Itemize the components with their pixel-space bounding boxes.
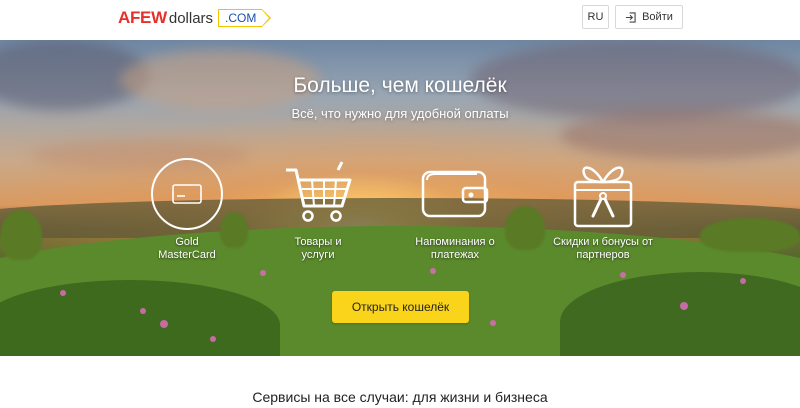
tree — [700, 218, 800, 252]
feature-label-line2: партнеров — [576, 249, 630, 261]
flower — [490, 320, 496, 326]
feature-label-line2: MasterCard — [158, 249, 216, 261]
feature-gold-mastercard[interactable]: Gold MasterCard — [122, 156, 252, 262]
login-label: Войти — [642, 11, 673, 23]
feature-label-line2: услуги — [301, 249, 335, 261]
feature-partner-discounts[interactable]: Скидки и бонусы от партнеров — [538, 156, 668, 262]
flower — [140, 308, 146, 314]
login-button[interactable]: Войти — [615, 5, 683, 29]
flower — [740, 278, 746, 284]
feature-payment-reminders[interactable]: Напоминания о платежах — [390, 156, 520, 262]
logo[interactable]: AFEW dollars .COM — [118, 8, 272, 28]
hero-subtitle: Всё, что нужно для удобной оплаты — [291, 106, 509, 121]
credit-card-icon — [151, 158, 223, 230]
open-wallet-button[interactable]: Открыть кошелёк — [332, 291, 469, 323]
services-heading: Сервисы на все случаи: для жизни и бизне… — [252, 389, 548, 405]
sign-in-icon — [626, 11, 636, 23]
flower — [160, 320, 168, 328]
flower — [430, 268, 436, 274]
logo-com-badge: .COM — [218, 9, 272, 27]
shopping-cart-icon — [286, 161, 352, 222]
hero-banner: Больше, чем кошелёк Всё, что нужно для у… — [0, 40, 800, 356]
logo-afew: AFEW — [118, 8, 167, 27]
logo-dollars: dollars — [168, 9, 214, 27]
gift-icon — [573, 166, 633, 228]
feature-label-line2: платежах — [430, 249, 480, 261]
hero-title: Больше, чем кошелёк — [293, 74, 507, 97]
flower — [210, 336, 216, 342]
feature-label-line1: Gold — [175, 236, 199, 248]
flower — [60, 290, 66, 296]
flower — [680, 302, 688, 310]
flower — [620, 272, 626, 278]
feature-goods-services[interactable]: Товары и услуги — [253, 156, 383, 262]
wallet-icon — [421, 170, 489, 218]
feature-label-line1: Скидки и бонусы от — [553, 236, 653, 248]
site-header: AFEW dollars .COM RU Войти — [0, 0, 800, 40]
flower — [260, 270, 266, 276]
feature-label-line1: Напоминания о — [415, 236, 495, 248]
feature-label-line1: Товары и — [294, 236, 342, 248]
language-button[interactable]: RU — [582, 5, 609, 29]
tree — [0, 210, 42, 260]
